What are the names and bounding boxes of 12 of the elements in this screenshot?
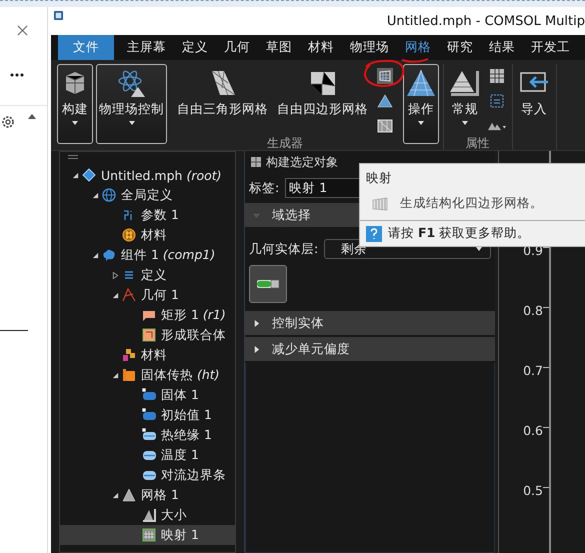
window-title: Untitled.mph - COMSOL Multip [386, 14, 585, 28]
help-hint: 请按 F1 获取更多帮助。 [388, 225, 530, 242]
tooltip-description: 生成结构化四边形网格。 [400, 195, 543, 212]
ribbon-group-label: 生成器 [267, 136, 303, 152]
tooltip-title: 映射 [365, 169, 393, 187]
axis-tick-label: 0.5 [523, 483, 543, 499]
axis-tick-label: 0.7 [523, 363, 543, 379]
ribbon-group-label: 属性 [466, 136, 490, 152]
axis-tick-label: 0.6 [523, 423, 543, 439]
entity-level-caption: 几何实体层: [249, 240, 318, 258]
axis-tick-label: 0.8 [523, 303, 543, 319]
label-caption: 标签: [249, 180, 280, 196]
